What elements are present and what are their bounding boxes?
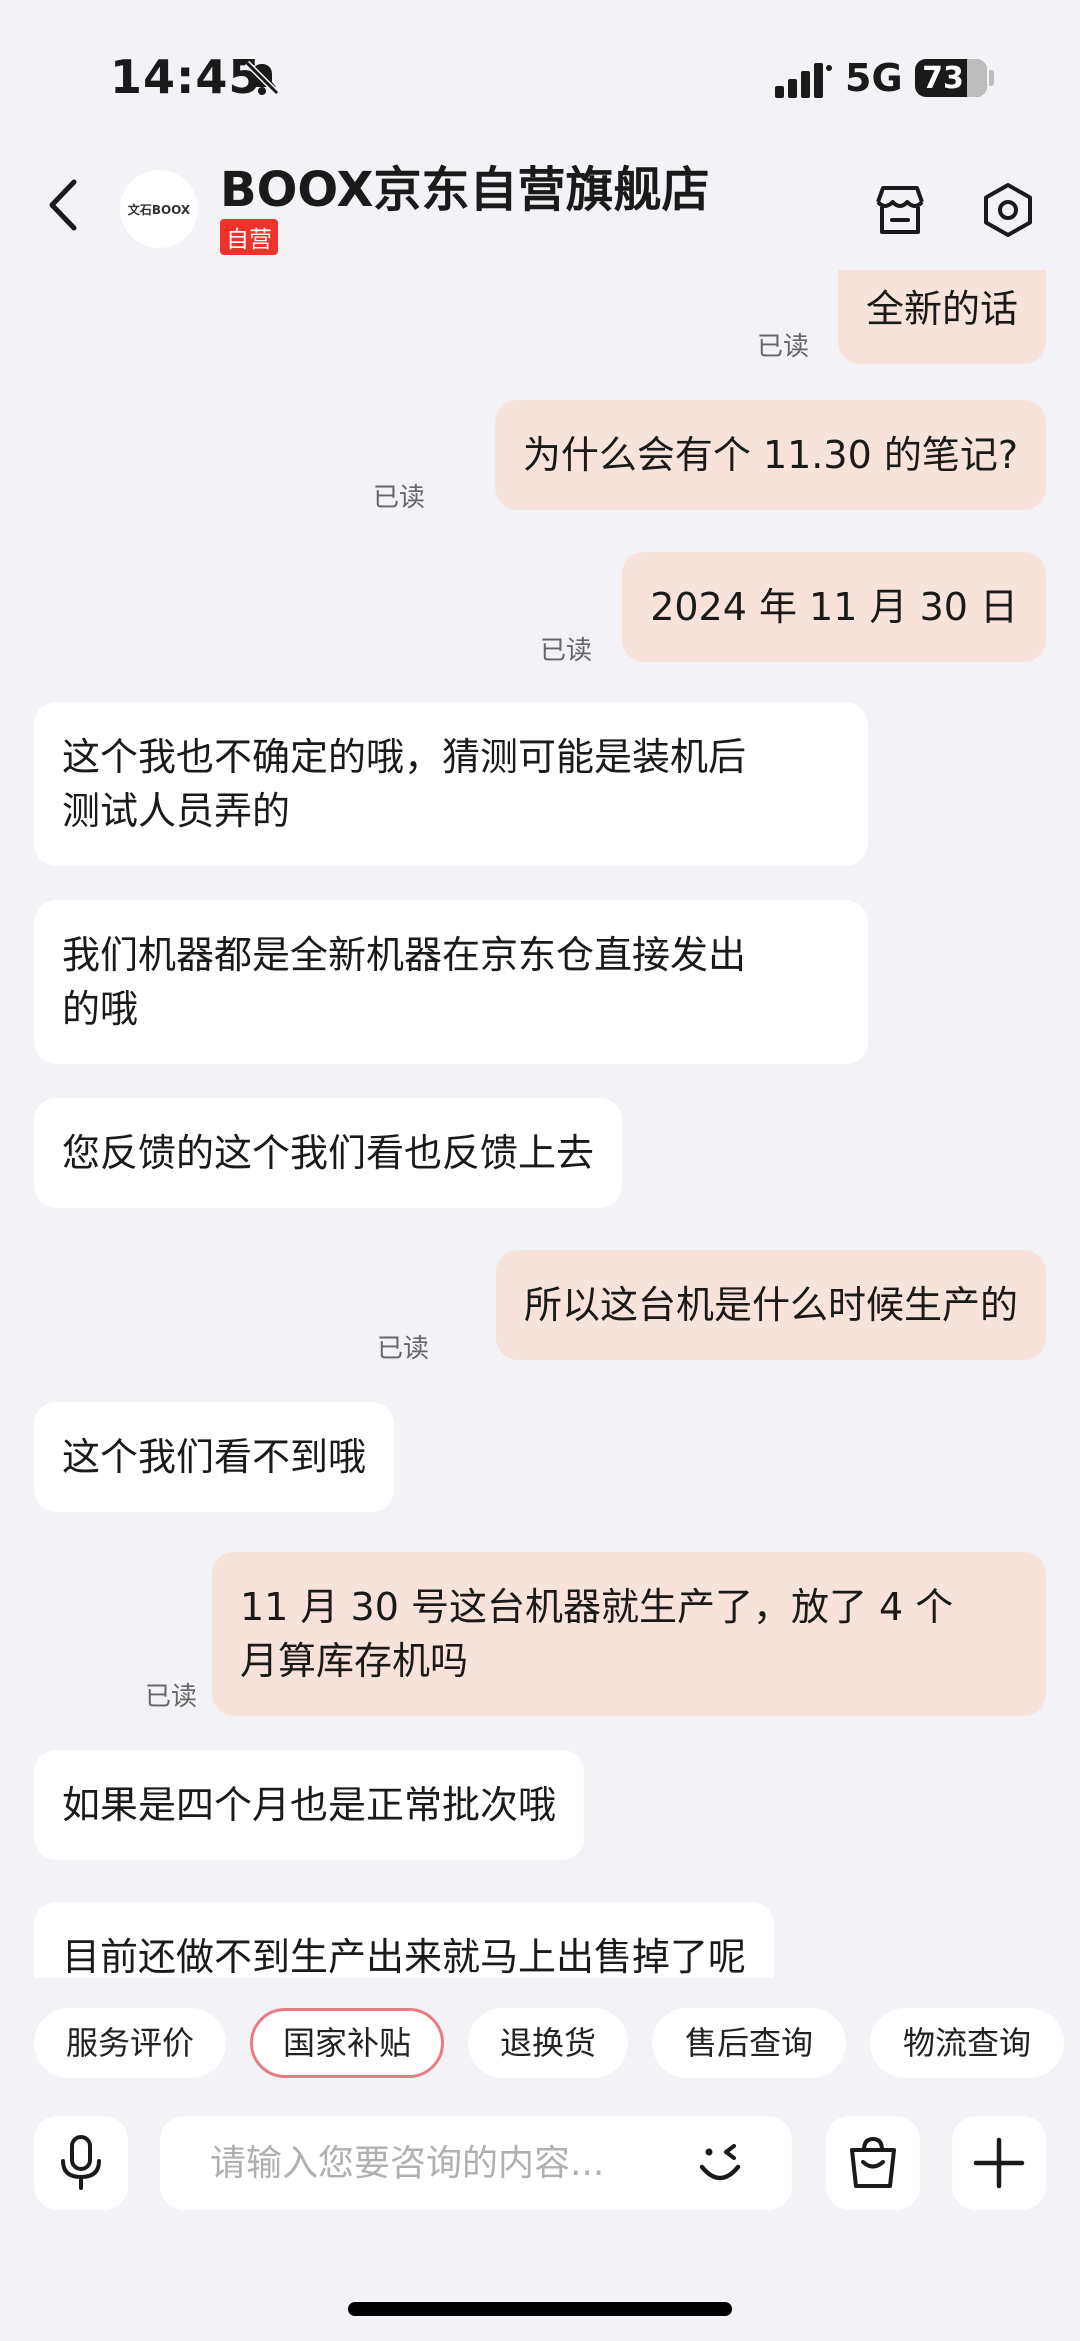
incoming-message[interactable]: 我们机器都是全新机器在京东仓直接发出 的哦 <box>34 900 868 1064</box>
home-indicator[interactable] <box>348 2302 732 2316</box>
incoming-message[interactable]: 如果是四个月也是正常批次哦 <box>34 1750 585 1860</box>
product-button[interactable] <box>826 2116 920 2210</box>
message-text: 所以这台机是什么时候生产的 <box>523 1283 1018 1327</box>
signal-icon <box>775 63 832 98</box>
outgoing-message[interactable]: 为什么会有个 11.30 的笔记? <box>494 400 1046 510</box>
shopping-bag-icon <box>850 2136 896 2188</box>
plus-icon <box>973 2137 1025 2189</box>
read-receipt: 已读 <box>377 1334 430 1364</box>
incoming-message[interactable]: 目前还做不到生产出来就马上出售掉了呢 <box>34 1902 775 1978</box>
message-text-line: 我们机器都是全新机器在京东仓直接发出 <box>62 933 747 977</box>
message-text-line: 测试人员弄的 <box>62 789 291 833</box>
message-text: 为什么会有个 11.30 的笔记? <box>522 433 1018 477</box>
more-button[interactable] <box>952 2116 1046 2210</box>
chip-return-exchange[interactable]: 退换货 <box>468 2008 628 2078</box>
voice-button[interactable] <box>34 2116 128 2210</box>
self-operated-badge: 自营 <box>220 219 278 255</box>
incoming-message[interactable]: 这个我也不确定的哦，猜测可能是装机后 测试人员弄的 <box>34 702 868 866</box>
store-avatar[interactable]: 文石BOOX <box>120 170 198 248</box>
incoming-message[interactable]: 这个我们看不到哦 <box>34 1402 395 1512</box>
chip-service-review[interactable]: 服务评价 <box>34 2008 226 2078</box>
battery-tip <box>989 70 994 86</box>
message-text-line: 这个我也不确定的哦，猜测可能是装机后 <box>62 735 747 779</box>
message-text-line: 月算库存机吗 <box>240 1639 469 1683</box>
outgoing-message[interactable]: 11 月 30 号这台机器就生产了，放了 4 个 月算库存机吗 <box>212 1552 1046 1716</box>
quick-action-bar: 服务评价 国家补贴 退换货 售后查询 物流查询 <box>0 2008 1080 2080</box>
read-receipt: 已读 <box>540 636 593 666</box>
chip-national-subsidy[interactable]: 国家补贴 <box>250 2008 444 2078</box>
chevron-left-icon[interactable] <box>38 170 88 240</box>
network-label: 5G <box>845 56 903 100</box>
chat-header: 文石BOOX BOOX京东自营旗舰店 自营 <box>0 130 1080 270</box>
bell-off-icon <box>244 60 280 96</box>
message-text-line: 的哦 <box>62 987 139 1031</box>
settings-icon[interactable] <box>978 180 1038 240</box>
chip-logistics[interactable]: 物流查询 <box>870 2008 1064 2078</box>
message-input-field[interactable] <box>160 2116 792 2210</box>
chip-after-sales[interactable]: 售后查询 <box>652 2008 846 2078</box>
outgoing-message[interactable]: 全新的话 <box>837 270 1046 364</box>
status-bar: 14:45 5G 73 <box>0 0 1080 130</box>
read-receipt: 已读 <box>145 1682 198 1712</box>
chat-message-list[interactable]: 全新的话 已读 为什么会有个 11.30 的笔记? 已读 2024 年 11 月… <box>0 270 1080 1978</box>
outgoing-message[interactable]: 2024 年 11 月 30 日 <box>622 552 1046 662</box>
avatar-logo-text: 文石BOOX <box>127 202 191 217</box>
message-text: 2024 年 11 月 30 日 <box>650 585 1018 629</box>
shop-icon[interactable] <box>870 180 930 240</box>
battery-icon: 73 <box>915 59 987 97</box>
battery-percent: 73 <box>922 61 964 96</box>
message-text: 全新的话 <box>865 287 1018 331</box>
message-text-line: 11 月 30 号这台机器就生产了，放了 4 个 <box>240 1585 954 1629</box>
read-receipt: 已读 <box>757 332 810 362</box>
status-time: 14:45 <box>110 50 262 104</box>
message-text: 您反馈的这个我们看也反馈上去 <box>62 1131 595 1175</box>
message-text: 如果是四个月也是正常批次哦 <box>62 1783 557 1827</box>
read-receipt: 已读 <box>373 483 426 513</box>
message-input[interactable] <box>210 2116 680 2210</box>
wink-emoji-icon[interactable] <box>690 2133 750 2193</box>
store-name[interactable]: BOOX京东自营旗舰店 <box>220 150 710 220</box>
incoming-message[interactable]: 您反馈的这个我们看也反馈上去 <box>34 1098 623 1208</box>
outgoing-message[interactable]: 所以这台机是什么时候生产的 <box>495 1250 1046 1360</box>
message-text: 目前还做不到生产出来就马上出售掉了呢 <box>62 1935 747 1978</box>
input-bar <box>0 2108 1080 2248</box>
microphone-icon <box>61 2135 101 2190</box>
message-text: 这个我们看不到哦 <box>62 1435 367 1479</box>
